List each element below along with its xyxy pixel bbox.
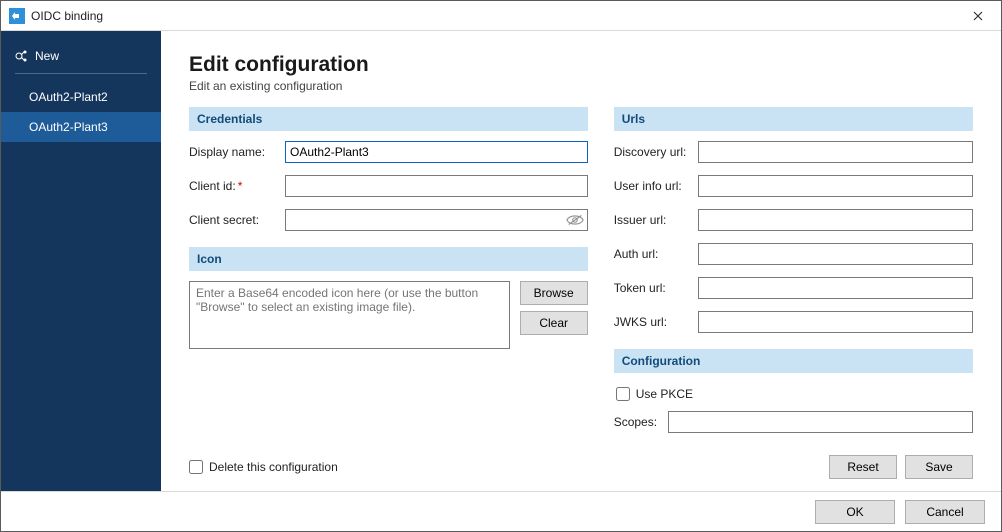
ok-button[interactable]: OK xyxy=(815,500,895,524)
issuer-url-input[interactable] xyxy=(698,209,973,231)
icon-row: Browse Clear xyxy=(189,281,588,349)
delete-config-field: Delete this configuration xyxy=(189,460,338,474)
required-marker: * xyxy=(238,179,243,193)
window-title: OIDC binding xyxy=(31,9,955,23)
sidebar-new-label: New xyxy=(35,49,59,63)
sidebar-item-oauth2-plant2[interactable]: OAuth2-Plant2 xyxy=(1,82,161,112)
auth-url-input[interactable] xyxy=(698,243,973,265)
clear-button[interactable]: Clear xyxy=(520,311,588,335)
use-pkce-label: Use PKCE xyxy=(636,387,693,401)
reset-button[interactable]: Reset xyxy=(829,455,897,479)
field-scopes: Scopes: xyxy=(614,411,973,433)
jwks-url-input[interactable] xyxy=(698,311,973,333)
group-header-credentials: Credentials xyxy=(189,107,588,131)
field-token-url: Token url: xyxy=(614,277,973,299)
sidebar-divider xyxy=(15,73,147,74)
display-name-input[interactable] xyxy=(285,141,588,163)
field-client-secret: Client secret: xyxy=(189,209,588,231)
sidebar: New OAuth2-Plant2 OAuth2-Plant3 xyxy=(1,31,161,491)
dialog-footer: OK Cancel xyxy=(1,491,1001,531)
group-header-urls: Urls xyxy=(614,107,973,131)
sidebar-new[interactable]: New xyxy=(1,45,161,73)
browse-button[interactable]: Browse xyxy=(520,281,588,305)
page-heading: Edit configuration xyxy=(189,53,973,77)
dialog-body: New OAuth2-Plant2 OAuth2-Plant3 Edit con… xyxy=(1,31,1001,491)
client-id-input[interactable] xyxy=(285,175,588,197)
icon-textarea[interactable] xyxy=(189,281,510,349)
issuer-url-label: Issuer url: xyxy=(614,213,694,227)
oidc-binding-dialog: OIDC binding New OAuth2-Plant2 xyxy=(0,0,1002,532)
sidebar-item-label: OAuth2-Plant3 xyxy=(29,120,108,134)
app-icon xyxy=(9,8,25,24)
titlebar: OIDC binding xyxy=(1,1,1001,31)
jwks-url-label: JWKS url: xyxy=(614,315,694,329)
client-id-label: Client id:* xyxy=(189,179,281,193)
use-pkce-checkbox[interactable] xyxy=(616,387,630,401)
client-secret-label: Client secret: xyxy=(189,213,281,227)
field-issuer-url: Issuer url: xyxy=(614,209,973,231)
group-header-icon: Icon xyxy=(189,247,588,271)
form-columns: Credentials Display name: Client id:* Cl… xyxy=(189,107,973,439)
new-icon xyxy=(15,49,29,63)
scopes-input[interactable] xyxy=(668,411,973,433)
display-name-label: Display name: xyxy=(189,145,281,159)
sidebar-item-label: OAuth2-Plant2 xyxy=(29,90,108,104)
field-userinfo-url: User info url: xyxy=(614,175,973,197)
token-url-input[interactable] xyxy=(698,277,973,299)
content-area: Edit configuration Edit an existing conf… xyxy=(161,31,1001,491)
field-use-pkce: Use PKCE xyxy=(614,383,973,405)
page-subtitle: Edit an existing configuration xyxy=(189,79,973,93)
cancel-button[interactable]: Cancel xyxy=(905,500,985,524)
column-left: Credentials Display name: Client id:* Cl… xyxy=(189,107,588,439)
userinfo-url-label: User info url: xyxy=(614,179,694,193)
save-button[interactable]: Save xyxy=(905,455,973,479)
column-right: Urls Discovery url: User info url: Issue… xyxy=(614,107,973,439)
field-auth-url: Auth url: xyxy=(614,243,973,265)
field-display-name: Display name: xyxy=(189,141,588,163)
userinfo-url-input[interactable] xyxy=(698,175,973,197)
discovery-url-input[interactable] xyxy=(698,141,973,163)
discovery-url-label: Discovery url: xyxy=(614,145,694,159)
field-client-id: Client id:* xyxy=(189,175,588,197)
scopes-label: Scopes: xyxy=(614,415,664,429)
group-header-configuration: Configuration xyxy=(614,349,973,373)
token-url-label: Token url: xyxy=(614,281,694,295)
reveal-password-icon[interactable] xyxy=(566,213,584,227)
delete-config-label: Delete this configuration xyxy=(209,460,338,474)
field-discovery-url: Discovery url: xyxy=(614,141,973,163)
close-icon xyxy=(973,11,983,21)
close-button[interactable] xyxy=(955,1,1001,31)
field-jwks-url: JWKS url: xyxy=(614,311,973,333)
client-secret-input[interactable] xyxy=(285,209,588,231)
auth-url-label: Auth url: xyxy=(614,247,694,261)
sidebar-item-oauth2-plant3[interactable]: OAuth2-Plant3 xyxy=(1,112,161,142)
bottom-row: Delete this configuration Reset Save xyxy=(189,455,973,479)
delete-config-checkbox[interactable] xyxy=(189,460,203,474)
